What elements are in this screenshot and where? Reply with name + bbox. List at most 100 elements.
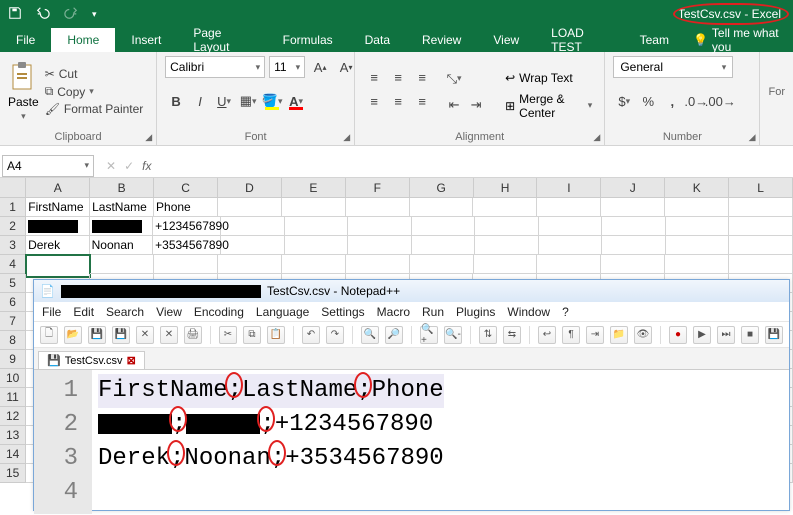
- cell[interactable]: [282, 198, 346, 217]
- col-head[interactable]: K: [665, 178, 729, 198]
- col-head[interactable]: F: [346, 178, 410, 198]
- cell[interactable]: [26, 217, 90, 236]
- row-head[interactable]: 3: [0, 236, 26, 255]
- align-top-button[interactable]: ≡: [363, 67, 385, 89]
- col-head[interactable]: A: [26, 178, 90, 198]
- font-color-button[interactable]: A▾: [285, 90, 307, 112]
- row-head[interactable]: 13: [0, 426, 26, 445]
- npp-sync2-icon[interactable]: ⇆: [503, 326, 521, 344]
- tab-home[interactable]: Home: [51, 28, 115, 52]
- cell[interactable]: [602, 236, 666, 255]
- enter-formula-icon[interactable]: ✓: [124, 159, 134, 173]
- npp-close-icon[interactable]: ✕: [136, 326, 154, 344]
- npp-monitor-icon[interactable]: 👁: [634, 326, 652, 344]
- npp-print-icon[interactable]: 🖨: [184, 326, 202, 344]
- npp-stop-icon[interactable]: ■: [741, 326, 759, 344]
- npp-replace-icon[interactable]: 🔎: [385, 326, 403, 344]
- row-head[interactable]: 9: [0, 350, 26, 369]
- npp-play-icon[interactable]: ▶: [693, 326, 711, 344]
- col-head[interactable]: J: [601, 178, 665, 198]
- cell[interactable]: [90, 217, 154, 236]
- col-head[interactable]: B: [90, 178, 154, 198]
- cell[interactable]: [539, 236, 603, 255]
- row-head[interactable]: 11: [0, 388, 26, 407]
- cell[interactable]: [665, 255, 729, 274]
- row-head[interactable]: 6: [0, 293, 26, 312]
- cell[interactable]: FirstName: [26, 198, 90, 217]
- cell[interactable]: [475, 217, 539, 236]
- paste-dropdown-icon[interactable]: ▾: [21, 111, 26, 122]
- fill-color-button[interactable]: 🪣▾: [261, 90, 283, 112]
- percent-button[interactable]: %: [637, 90, 659, 112]
- qat-dropdown-icon[interactable]: ▾: [92, 9, 97, 20]
- tab-data[interactable]: Data: [349, 28, 406, 52]
- merge-center-button[interactable]: ⊞Merge & Center▾: [501, 95, 596, 117]
- cell[interactable]: [475, 236, 539, 255]
- bold-button[interactable]: B: [165, 90, 187, 112]
- npp-cut-icon[interactable]: ✂: [219, 326, 237, 344]
- decrease-font-button[interactable]: A▾: [335, 56, 357, 78]
- cell[interactable]: +1234567890: [153, 217, 221, 236]
- cell[interactable]: [285, 217, 349, 236]
- npp-folder-icon[interactable]: 📁: [610, 326, 628, 344]
- cell[interactable]: [666, 217, 730, 236]
- cell[interactable]: [729, 255, 793, 274]
- cell[interactable]: [282, 255, 346, 274]
- npp-saveall-icon[interactable]: 💾: [112, 326, 130, 344]
- npp-code-area[interactable]: FirstName;LastName;Phone ;;+1234567890 D…: [92, 370, 450, 514]
- formula-input[interactable]: [163, 155, 793, 177]
- npp-paste-icon[interactable]: 📋: [267, 326, 285, 344]
- npp-menu-macro[interactable]: Macro: [377, 305, 410, 319]
- name-box[interactable]: A4▾: [2, 155, 94, 177]
- dialog-launcher-icon[interactable]: ◢: [145, 132, 152, 143]
- cell[interactable]: [729, 217, 793, 236]
- npp-new-icon[interactable]: 🗋: [40, 326, 58, 344]
- comma-button[interactable]: ,: [661, 90, 683, 112]
- cell[interactable]: [221, 236, 285, 255]
- underline-button[interactable]: U▾: [213, 90, 235, 112]
- row-head[interactable]: 12: [0, 407, 26, 426]
- npp-copy-icon[interactable]: ⧉: [243, 326, 261, 344]
- orientation-button[interactable]: ⤡▾: [443, 68, 465, 90]
- align-bottom-button[interactable]: ≡: [411, 67, 433, 89]
- npp-file-tab[interactable]: 💾 TestCsv.csv ⊠: [38, 351, 145, 369]
- decrease-indent-button[interactable]: ⇤: [443, 94, 465, 116]
- cell[interactable]: [285, 236, 349, 255]
- npp-find-icon[interactable]: 🔍: [361, 326, 379, 344]
- cell[interactable]: [537, 255, 601, 274]
- row-head[interactable]: 15: [0, 464, 26, 483]
- cell[interactable]: [221, 217, 285, 236]
- tell-me-search[interactable]: 💡 Tell me what you: [685, 28, 793, 52]
- npp-sync-icon[interactable]: ⇅: [479, 326, 497, 344]
- cell[interactable]: [154, 255, 218, 274]
- cell[interactable]: [218, 255, 282, 274]
- cell[interactable]: [348, 236, 412, 255]
- cell[interactable]: [474, 255, 538, 274]
- cancel-formula-icon[interactable]: ✕: [106, 159, 116, 173]
- copy-button[interactable]: ⧉Copy▾: [45, 84, 144, 99]
- npp-open-icon[interactable]: 📂: [64, 326, 82, 344]
- fx-icon[interactable]: fx: [142, 159, 151, 173]
- npp-record-icon[interactable]: ●: [669, 326, 687, 344]
- col-head[interactable]: E: [282, 178, 346, 198]
- row-head[interactable]: 14: [0, 445, 26, 464]
- wrap-text-button[interactable]: ↩Wrap Text: [501, 67, 596, 89]
- cell[interactable]: [729, 236, 793, 255]
- dialog-launcher-icon[interactable]: ◢: [343, 132, 350, 143]
- npp-menu-settings[interactable]: Settings: [321, 305, 364, 319]
- npp-title-bar[interactable]: 📄 TestCsv.csv - Notepad++: [34, 280, 789, 302]
- row-head[interactable]: 8: [0, 331, 26, 350]
- undo-icon[interactable]: [36, 6, 50, 23]
- save-icon[interactable]: [8, 6, 22, 23]
- tab-review[interactable]: Review: [406, 28, 477, 52]
- npp-zoomin-icon[interactable]: 🔍+: [420, 326, 438, 344]
- redo-icon[interactable]: [64, 6, 78, 23]
- tab-file[interactable]: File: [0, 28, 51, 52]
- col-head[interactable]: L: [729, 178, 793, 198]
- npp-redo-icon[interactable]: ↷: [326, 326, 344, 344]
- npp-menu-edit[interactable]: Edit: [73, 305, 94, 319]
- align-left-button[interactable]: ≡: [363, 91, 385, 113]
- npp-menu-help[interactable]: ?: [562, 305, 569, 319]
- col-head[interactable]: D: [218, 178, 282, 198]
- cell[interactable]: [602, 217, 666, 236]
